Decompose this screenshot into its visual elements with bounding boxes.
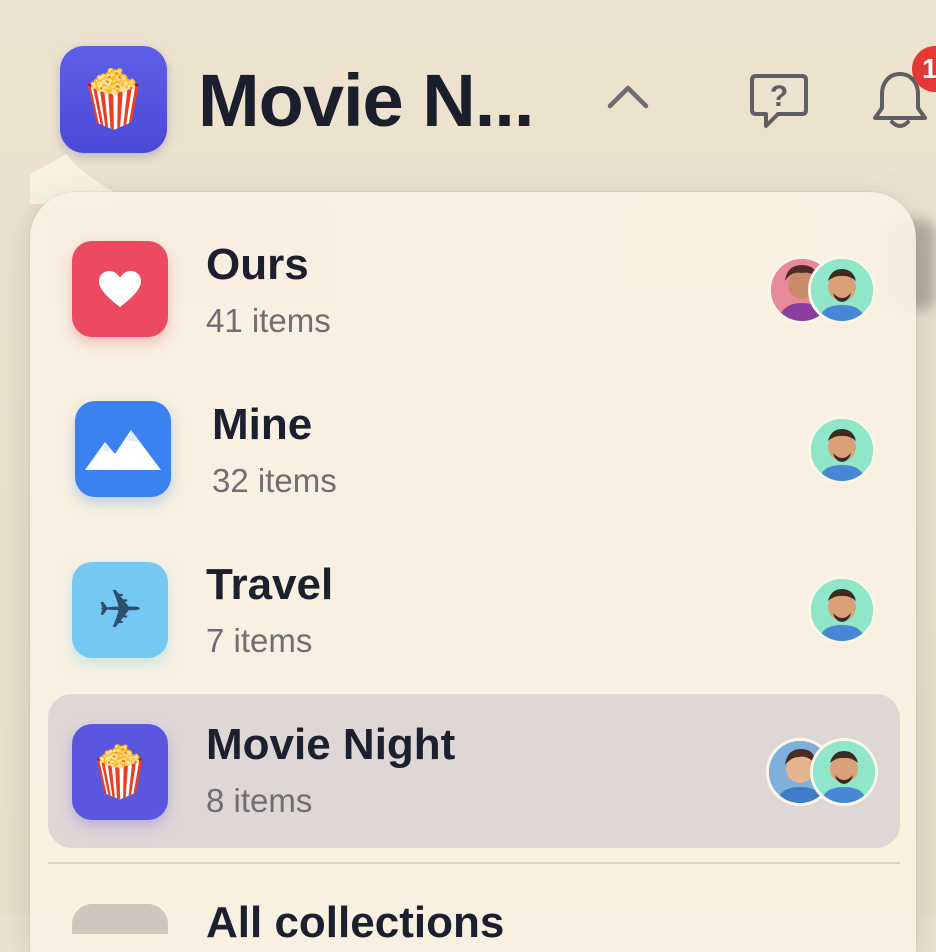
avatar xyxy=(808,416,876,484)
list-item-count: 7 items xyxy=(206,622,313,659)
airplane-icon: ✈ xyxy=(72,562,168,658)
list-item-count: 32 items xyxy=(212,462,337,499)
header-collection-icon[interactable]: 🍿 xyxy=(60,46,167,153)
list-item-ours[interactable]: Ours 41 items xyxy=(48,214,900,368)
list-item-title: Mine xyxy=(212,400,313,449)
heart-icon xyxy=(72,241,168,337)
avatar xyxy=(810,738,878,806)
divider xyxy=(48,862,900,864)
list-item-count: 41 items xyxy=(206,302,331,339)
help-chat-icon[interactable]: ? xyxy=(748,72,810,130)
avatar xyxy=(808,256,876,324)
list-item-mine[interactable]: Mine 32 items xyxy=(48,374,900,528)
svg-text:?: ? xyxy=(770,80,788,113)
list-item-title: Movie Night xyxy=(206,720,456,769)
all-collections-icon xyxy=(72,904,168,934)
all-collections-item[interactable]: All collections xyxy=(206,898,504,948)
popcorn-icon: 🍿 xyxy=(78,66,149,132)
page-title[interactable]: Movie N... xyxy=(198,58,534,143)
chevron-up-icon[interactable] xyxy=(606,80,650,110)
list-item-title: Ours xyxy=(206,240,309,289)
popcorn-icon: 🍿 xyxy=(72,724,168,820)
list-item-movie-night[interactable]: 🍿 Movie Night 8 items xyxy=(48,694,900,848)
list-item-travel[interactable]: ✈ Travel 7 items xyxy=(48,534,900,688)
mountains-icon xyxy=(75,401,171,497)
avatar xyxy=(808,576,876,644)
list-item-title: Travel xyxy=(206,560,334,609)
list-item-count: 8 items xyxy=(206,782,313,819)
